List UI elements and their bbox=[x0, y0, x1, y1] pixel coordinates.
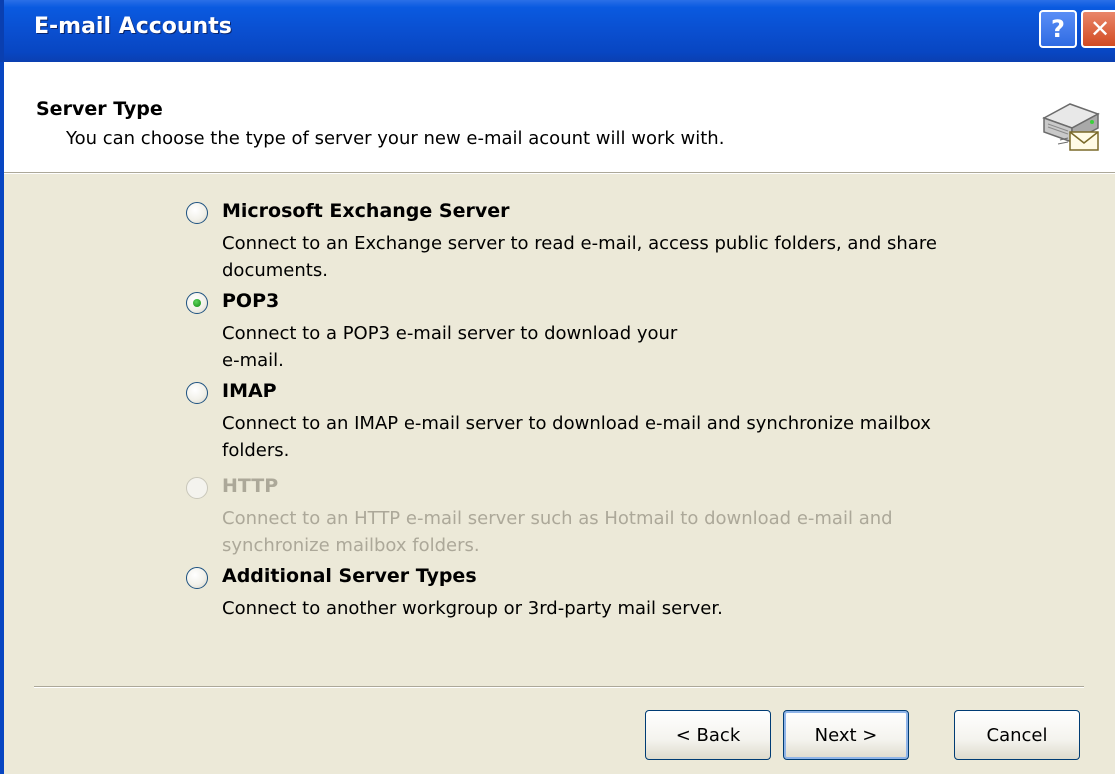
footer-divider-highlight bbox=[34, 687, 1084, 688]
header-divider-highlight bbox=[4, 173, 1115, 174]
radio-imap[interactable] bbox=[186, 382, 208, 404]
close-icon: ✕ bbox=[1089, 15, 1111, 43]
option-http-description: Connect to an HTTP e-mail server such as… bbox=[222, 508, 893, 556]
next-button[interactable]: Next > bbox=[783, 710, 909, 760]
radio-additional[interactable] bbox=[186, 567, 208, 589]
option-pop3-label[interactable]: POP3 bbox=[222, 290, 279, 312]
radio-exchange[interactable] bbox=[186, 202, 208, 224]
option-imap-label[interactable]: IMAP bbox=[222, 380, 277, 402]
option-pop3-description: Connect to a POP3 e-mail server to downl… bbox=[222, 323, 678, 371]
radio-http bbox=[186, 477, 208, 499]
title-bar[interactable]: E-mail Accounts ? ✕ bbox=[0, 0, 1115, 62]
option-http-label: HTTP bbox=[222, 475, 279, 497]
cancel-button[interactable]: Cancel bbox=[954, 710, 1080, 760]
option-imap-description: Connect to an IMAP e-mail server to down… bbox=[222, 413, 931, 461]
header-title: Server Type bbox=[36, 98, 163, 120]
back-button[interactable]: < Back bbox=[645, 710, 771, 760]
server-mail-icon bbox=[1040, 96, 1102, 158]
radio-pop3[interactable] bbox=[186, 292, 208, 314]
close-button[interactable]: ✕ bbox=[1081, 10, 1115, 48]
option-exchange-description: Connect to an Exchange server to read e-… bbox=[222, 233, 937, 281]
header-subtitle: You can choose the type of server your n… bbox=[66, 128, 725, 149]
option-additional-description: Connect to another workgroup or 3rd-part… bbox=[222, 598, 723, 619]
window-title: E-mail Accounts bbox=[34, 14, 232, 39]
option-additional-label[interactable]: Additional Server Types bbox=[222, 565, 477, 587]
help-icon: ? bbox=[1051, 15, 1065, 43]
help-button[interactable]: ? bbox=[1039, 10, 1077, 48]
wizard-header: Server Type You can choose the type of s… bbox=[4, 62, 1115, 172]
option-exchange-label[interactable]: Microsoft Exchange Server bbox=[222, 200, 510, 222]
